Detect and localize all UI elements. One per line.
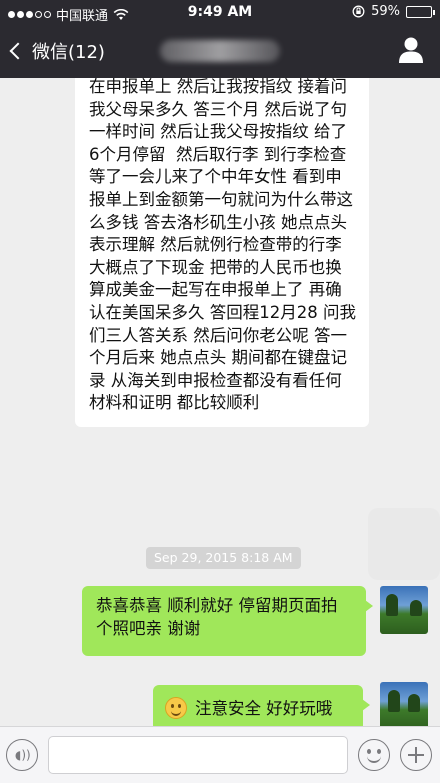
battery-percent: 59% — [371, 4, 400, 19]
plus-icon[interactable] — [400, 739, 432, 771]
avatar-tree — [410, 600, 422, 616]
message-input[interactable] — [48, 736, 348, 774]
top-bar: 中国联通 9:49 AM 59% 微信(12) — [0, 0, 440, 78]
chat-area[interactable]: 在申报单上 然后让我按指纹 接着问我父母呆多久 答三个月 然后说了句一样时间 然… — [0, 78, 440, 726]
input-bar: ◖)) — [0, 726, 440, 783]
incoming-message-bubble[interactable]: 在申报单上 然后让我按指纹 接着问我父母呆多久 答三个月 然后说了句一样时间 然… — [75, 78, 369, 427]
sender-avatar[interactable] — [368, 508, 440, 580]
message-timestamp: Sep 29, 2015 8:18 AM — [146, 547, 301, 569]
incoming-message-text: 在申报单上 然后让我按指纹 接着问我父母呆多久 答三个月 然后说了句一样时间 然… — [89, 78, 356, 413]
avatar-tree — [408, 694, 420, 712]
my-avatar[interactable] — [380, 586, 428, 634]
avatar-tree — [388, 690, 400, 712]
outgoing-message-text: 注意安全 好好玩哦 — [195, 698, 333, 718]
outgoing-message-bubble[interactable]: 注意安全 好好玩哦 — [153, 685, 370, 726]
voice-icon: ◖)) — [15, 748, 31, 762]
smiley-emoji-icon — [165, 697, 187, 719]
outgoing-message-text: 恭喜恭喜 顺利就好 停留期页面拍个照吧亲 谢谢 — [96, 596, 338, 638]
back-button[interactable]: 微信(12) — [8, 38, 105, 64]
person-icon[interactable] — [398, 36, 424, 64]
rotation-lock-icon — [352, 5, 365, 18]
battery-icon — [406, 5, 435, 18]
status-bar: 中国联通 9:49 AM 59% — [0, 0, 440, 26]
outgoing-message-bubble[interactable]: 恭喜恭喜 顺利就好 停留期页面拍个照吧亲 谢谢 — [82, 586, 373, 656]
back-label: 微信(12) — [32, 42, 105, 63]
nav-bar: 微信(12) — [0, 26, 440, 78]
my-avatar[interactable] — [380, 682, 428, 726]
status-right: 59% — [352, 4, 435, 19]
chevron-left-icon — [9, 42, 27, 60]
voice-button[interactable]: ◖)) — [6, 739, 38, 771]
smiley-icon[interactable] — [358, 739, 390, 771]
chat-title-redacted — [160, 40, 280, 62]
avatar-tree — [386, 594, 398, 616]
